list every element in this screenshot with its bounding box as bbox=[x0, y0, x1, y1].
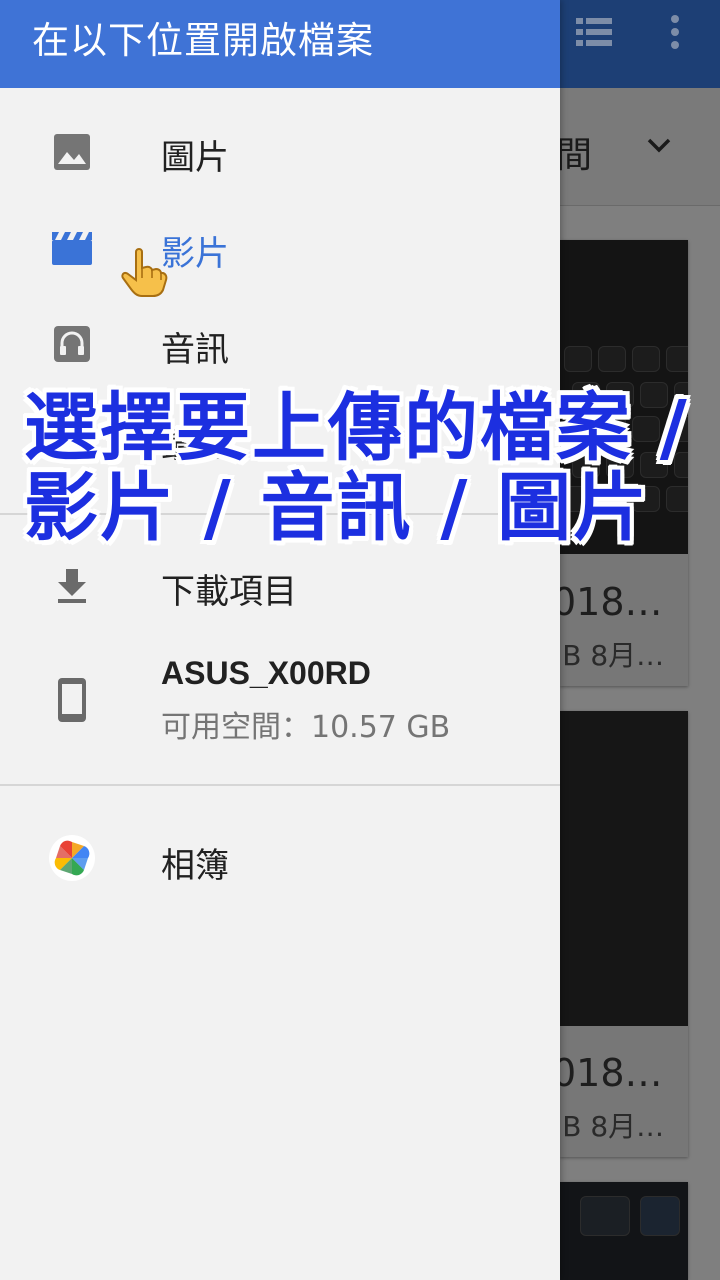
drawer-title: 在以下位置開啟檔案 bbox=[32, 19, 374, 62]
file-card[interactable] bbox=[560, 1182, 688, 1280]
hand-pointer-icon bbox=[121, 248, 168, 297]
file-card[interactable]: 018… IB 8月… bbox=[560, 711, 688, 1157]
headphones-icon bbox=[50, 322, 94, 366]
drawer-item-photos[interactable]: 相簿 bbox=[0, 812, 560, 908]
drawer-item-images[interactable]: 圖片 bbox=[0, 104, 560, 200]
list-view-icon[interactable] bbox=[574, 10, 614, 54]
drawer-item-videos[interactable]: 影片 bbox=[0, 200, 560, 296]
navigation-drawer: 在以下位置開啟檔案 圖片 影片 音訊 最近 下載項目 ASUS_X00RD 可用… bbox=[0, 0, 560, 1280]
file-card-title: 018… bbox=[560, 580, 663, 624]
dark-thumbnail bbox=[560, 711, 688, 1026]
drawer-item-label: 圖片 bbox=[161, 138, 229, 178]
drawer-header: 在以下位置開啟檔案 bbox=[0, 0, 560, 88]
chevron-down-icon[interactable] bbox=[644, 130, 674, 160]
caption-line-2: 影片 / 音訊 / 圖片 bbox=[24, 465, 650, 551]
drawer-item-label: 下載項目 bbox=[161, 572, 297, 612]
drawer-item-label: 影片 bbox=[161, 234, 229, 274]
sort-label[interactable]: 間 bbox=[556, 126, 592, 178]
phone-icon bbox=[50, 676, 94, 724]
storage-free-space: 可用空間：10.57 GB bbox=[161, 710, 451, 745]
image-icon bbox=[50, 130, 94, 174]
video-icon bbox=[50, 226, 94, 270]
file-card-subtitle: IB 8月… bbox=[560, 1110, 665, 1143]
file-card-title: 018… bbox=[560, 1051, 663, 1095]
google-photos-icon bbox=[48, 834, 96, 882]
drawer-item-label: 音訊 bbox=[161, 330, 229, 370]
download-icon bbox=[50, 564, 94, 608]
file-card-subtitle: IB 8月… bbox=[560, 639, 665, 672]
storage-name: ASUS_X00RD bbox=[161, 655, 371, 691]
divider bbox=[0, 784, 560, 786]
more-options-icon[interactable] bbox=[660, 10, 690, 54]
keyboard-thumbnail bbox=[560, 1182, 688, 1280]
drawer-item-label: 相簿 bbox=[161, 846, 229, 886]
